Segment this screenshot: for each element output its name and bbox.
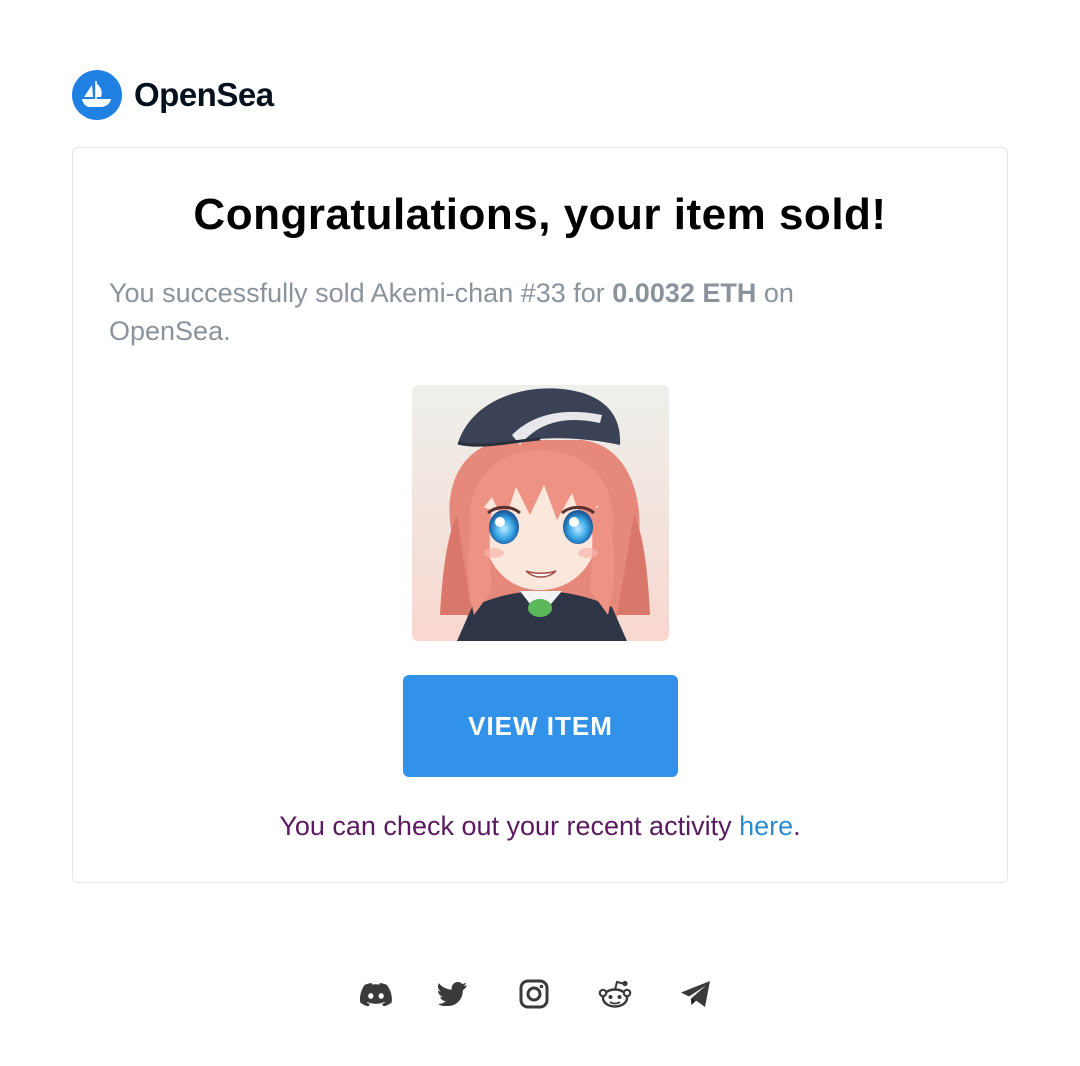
sale-message: You successfully sold Akemi-chan #33 for… [109,274,877,350]
email-title: Congratulations, your item sold! [193,190,887,239]
reddit-icon[interactable] [597,976,633,1012]
instagram-icon[interactable] [516,976,552,1012]
opensea-logo-icon[interactable] [72,70,122,120]
brand-name[interactable]: OpenSea [134,76,274,114]
sale-message-prefix: You successfully sold Akemi-chan #33 for [109,278,613,308]
sale-notification-card: Congratulations, your item sold! You suc… [72,147,1008,883]
activity-note: You can check out your recent activity h… [73,811,1007,842]
activity-text: You can check out your recent activity [279,811,740,841]
telegram-icon[interactable] [678,976,714,1012]
view-item-button[interactable]: VIEW ITEM [403,675,678,777]
activity-suffix: . [793,811,801,841]
header: OpenSea [72,70,274,120]
sale-price: 0.0032 ETH [612,278,757,308]
nft-item-image[interactable] [412,385,669,641]
social-links [0,976,1080,1016]
twitter-icon[interactable] [435,976,471,1012]
activity-here-link[interactable]: here [739,811,793,841]
discord-icon[interactable] [358,976,394,1012]
